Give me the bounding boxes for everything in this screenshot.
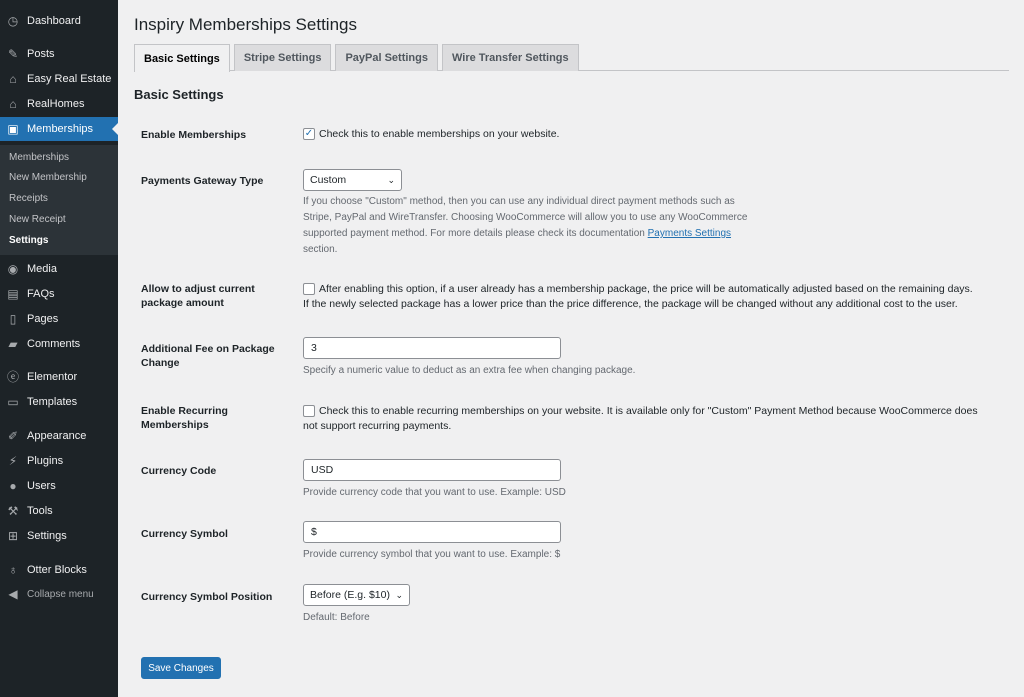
field-additional-fee: 3 Specify a numeric value to deduct as a… [303, 337, 635, 379]
label-payments-gateway: Payments Gateway Type [141, 175, 264, 187]
dashboard-icon: ◷ [7, 14, 19, 28]
menu-item-faqs[interactable]: ▤ FAQs [0, 283, 118, 305]
menu-item-easy-real-estate[interactable]: ⌂ Easy Real Estate [0, 68, 118, 90]
label-currency-symbol-position: Currency Symbol Position [141, 591, 273, 603]
menu-item-users[interactable]: ● Users [0, 475, 118, 497]
menu-item-memberships[interactable]: ▣ Memberships [0, 117, 118, 141]
submenu-new-membership[interactable]: New Membership [9, 172, 87, 183]
house-icon: ⌂ [9, 97, 17, 111]
field-currency-symbol-position: Before (E.g. $10) ⌄ Default: Before [303, 584, 410, 626]
menu-item-pages[interactable]: ▯ Pages [0, 308, 118, 330]
user-icon: ● [9, 479, 17, 493]
gateway-description: If you choose "Custom" method, then you … [303, 196, 748, 255]
currency-symbol-input[interactable]: $ [303, 521, 561, 543]
fee-description: Specify a numeric value to deduct as an … [303, 365, 636, 376]
media-icon: ◉ [7, 262, 19, 276]
collapse-menu-button[interactable]: ◀ Collapse menu [0, 583, 118, 605]
submenu-memberships[interactable]: Memberships [9, 152, 69, 163]
section-title: Basic Settings [134, 87, 224, 102]
symbol-position-description: Default: Before [303, 612, 370, 623]
field-payments-gateway: Custom ⌄ If you choose "Custom" method, … [303, 169, 903, 258]
payments-gateway-select[interactable]: Custom ⌄ [303, 169, 402, 191]
menu-item-comments[interactable]: ▰ Comments [0, 333, 118, 355]
label-currency-symbol: Currency Symbol [141, 528, 228, 540]
plug-icon: ⚡ [8, 454, 18, 468]
currency-symbol-position-select[interactable]: Before (E.g. $10) ⌄ [303, 584, 410, 606]
adjust-package-checkbox[interactable] [303, 283, 315, 295]
pin-icon: ✎ [7, 47, 19, 61]
collapse-arrow-icon: ◀ [8, 587, 18, 601]
currency-code-description: Provide currency code that you want to u… [303, 487, 566, 498]
field-enable-memberships: ✓ Check this to enable memberships on yo… [303, 128, 560, 140]
settings-tabs: Basic Settings Stripe Settings PayPal Se… [134, 44, 583, 72]
settings-icon: ⊞ [7, 529, 19, 543]
page-title: Inspiry Memberships Settings [134, 15, 357, 34]
menu-item-templates[interactable]: ▭ Templates [0, 391, 118, 413]
main-content: Inspiry Memberships Settings Basic Setti… [118, 0, 1024, 697]
label-currency-code: Currency Code [141, 465, 217, 477]
chevron-down-icon: ⌄ [387, 174, 395, 185]
submenu-receipts[interactable]: Receipts [9, 193, 48, 204]
label-adjust-package: Allow to adjust current package amount [141, 283, 255, 309]
currency-code-input[interactable]: USD [303, 459, 561, 481]
elementor-icon: ⓔ [6, 370, 19, 384]
menu-item-tools[interactable]: ⚒ Tools [0, 500, 118, 522]
menu-item-appearance[interactable]: ✐ Appearance [0, 425, 118, 447]
house-icon: ⌂ [9, 72, 17, 86]
save-changes-button[interactable]: Save Changes [141, 657, 221, 679]
label-additional-fee: Additional Fee on Package Change [141, 343, 275, 369]
additional-fee-input[interactable]: 3 [303, 337, 561, 359]
menu-item-media[interactable]: ◉ Media [0, 258, 118, 280]
tab-paypal-settings[interactable]: PayPal Settings [335, 44, 438, 71]
enable-memberships-checkbox[interactable]: ✓ [303, 128, 315, 140]
currency-symbol-description: Provide currency symbol that you want to… [303, 549, 561, 560]
menu-item-dashboard[interactable]: ◷ Dashboard [0, 10, 118, 32]
tab-wire-transfer-settings[interactable]: Wire Transfer Settings [441, 44, 579, 71]
page-icon: ▯ [9, 312, 17, 326]
folder-icon: ▭ [7, 395, 19, 409]
id-card-icon: ▣ [7, 122, 19, 136]
wrench-icon: ⚒ [7, 504, 19, 518]
field-currency-symbol: $ Provide currency symbol that you want … [303, 521, 561, 563]
chevron-down-icon: ⌄ [395, 589, 403, 600]
field-currency-code: USD Provide currency code that you want … [303, 459, 566, 501]
otter-icon: ♁ [8, 563, 18, 577]
label-enable-recurring: Enable Recurring Memberships [141, 405, 228, 431]
admin-sidebar: ◷ Dashboard ✎ Posts ⌂ Easy Real Estate ⌂… [0, 0, 118, 697]
tab-basic-settings[interactable]: Basic Settings [134, 44, 230, 72]
memberships-submenu: Memberships New Membership Receipts New … [0, 145, 118, 255]
submenu-settings[interactable]: Settings [9, 235, 48, 246]
menu-item-elementor[interactable]: ⓔ Elementor [0, 366, 118, 388]
menu-item-plugins[interactable]: ⚡ Plugins [0, 450, 118, 472]
enable-recurring-checkbox[interactable] [303, 405, 315, 417]
menu-item-settings[interactable]: ⊞ Settings [0, 525, 118, 547]
field-adjust-package: After enabling this option, if a user al… [303, 283, 973, 310]
brush-icon: ✐ [7, 429, 19, 443]
payments-settings-link[interactable]: Payments Settings [648, 228, 731, 239]
tab-stripe-settings[interactable]: Stripe Settings [233, 44, 332, 71]
menu-item-realhomes[interactable]: ⌂ RealHomes [0, 93, 118, 115]
menu-item-posts[interactable]: ✎ Posts [0, 43, 118, 65]
chat-icon: ▤ [7, 287, 19, 301]
menu-item-otter-blocks[interactable]: ♁ Otter Blocks [0, 559, 118, 581]
label-enable-memberships: Enable Memberships [141, 129, 247, 141]
submenu-new-receipt[interactable]: New Receipt [9, 214, 66, 225]
field-enable-recurring: Check this to enable recurring membershi… [303, 405, 978, 432]
comment-icon: ▰ [8, 337, 18, 351]
